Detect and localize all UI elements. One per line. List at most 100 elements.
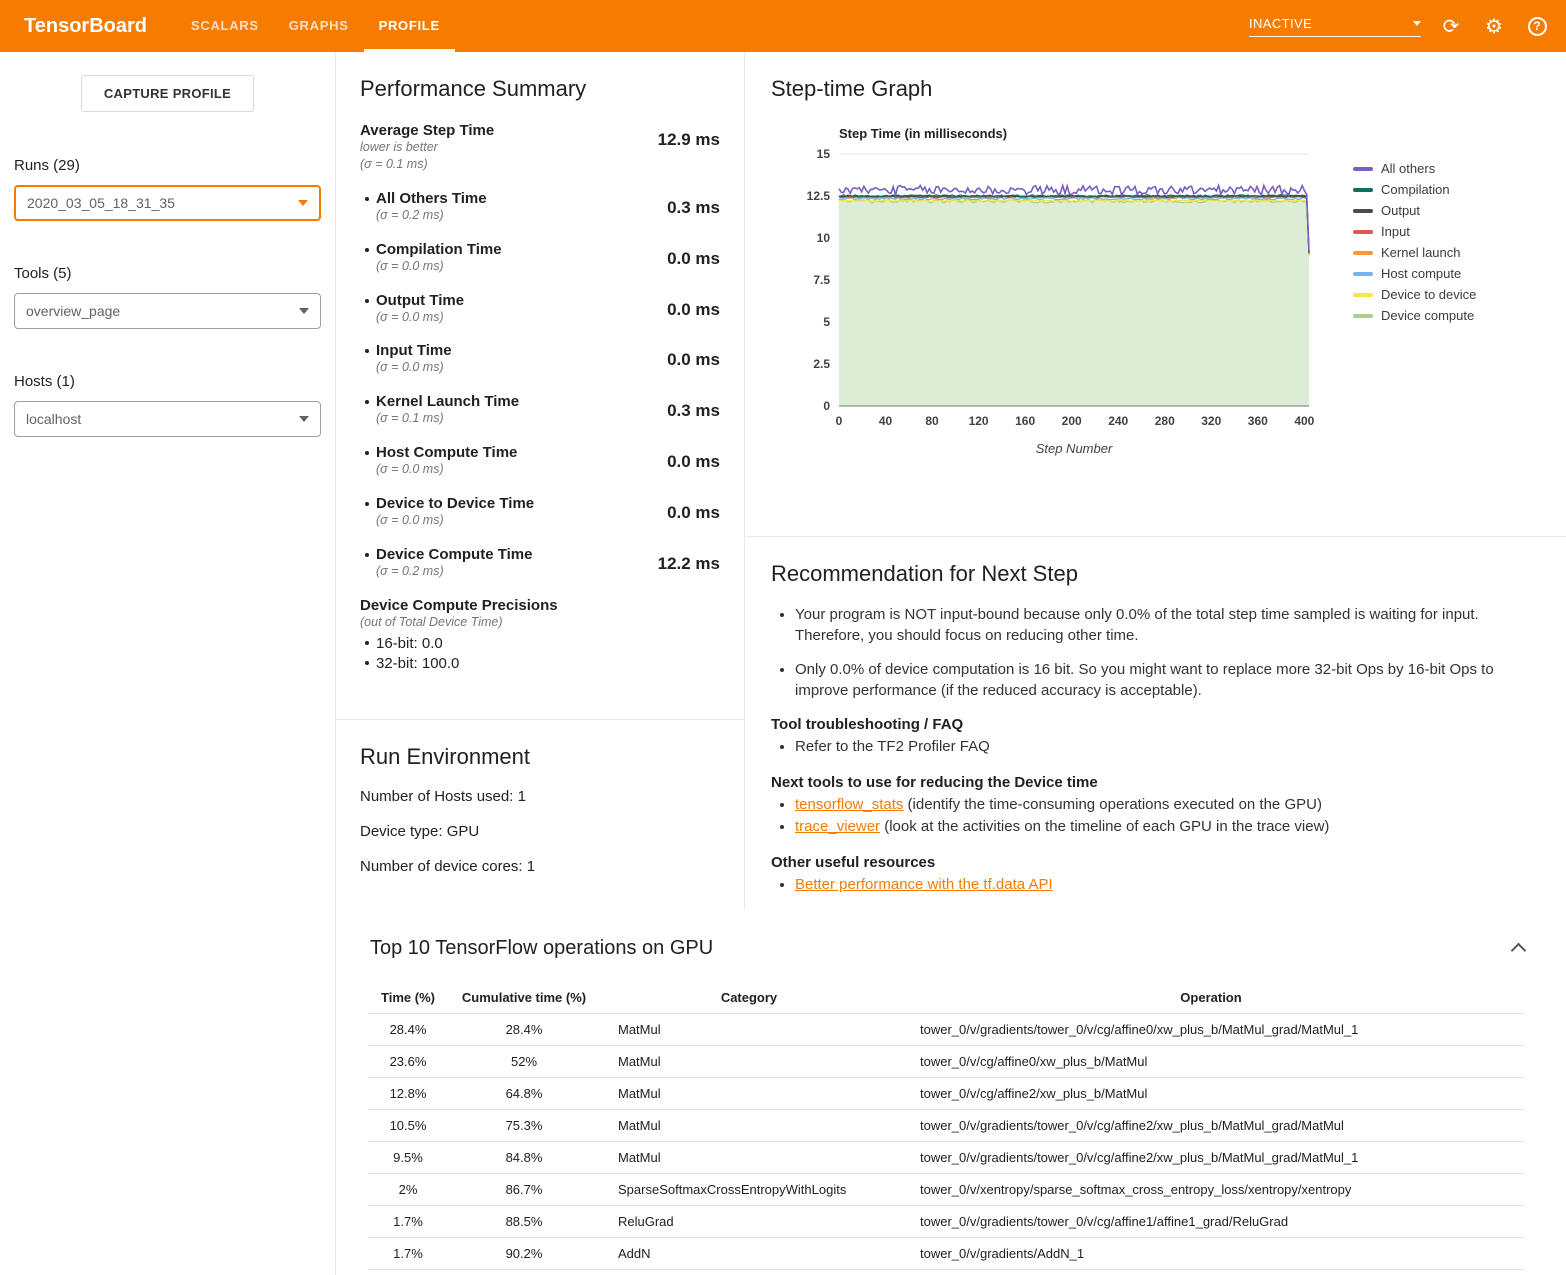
perf-item-sigma: (σ = 0.2 ms) [376,563,648,580]
perf-item-value: 12.2 ms [648,554,720,580]
legend-item: Device compute [1353,305,1476,326]
perf-item-label: All Others Time [376,190,648,207]
perf-items: Average Step Timelower is better(σ = 0.1… [360,122,720,580]
ops-column-header: Cumulative time (%) [448,982,600,1014]
sidebar-select-tools[interactable]: overview_page [14,293,321,329]
capture-profile-button[interactable]: CAPTURE PROFILE [81,75,254,112]
legend-swatch [1353,167,1373,171]
tab-scalars[interactable]: SCALARS [176,0,274,52]
legend-item: Compilation [1353,179,1476,200]
svg-text:10: 10 [817,231,831,245]
recommendation-link[interactable]: trace_viewer [795,818,880,835]
category-cell: SparseSoftmaxCrossEntropyWithLogits [600,1174,898,1206]
perf-item-label: Kernel Launch Time [376,393,648,410]
svg-text:200: 200 [1062,414,1082,428]
performance-summary-card: Performance Summary Average Step Timelow… [336,52,744,720]
perf-item-sigma: (σ = 0.0 ms) [376,258,648,275]
legend-swatch [1353,230,1373,234]
operation-cell: tower_0/v/gradients/AddN_1 [898,1238,1524,1270]
legend-swatch [1353,272,1373,276]
tab-profile[interactable]: PROFILE [364,0,455,52]
operation-cell: tower_0/v/cg/affine0/xw_plus_b/MatMul [898,1046,1524,1078]
operation-cell: tower_0/v/gradients/tower_0/v/cg/affine2… [898,1110,1524,1142]
legend-label: Host compute [1381,266,1461,281]
recommendation-card: Recommendation for Next Step Your progra… [745,537,1566,909]
tab-graphs[interactable]: GRAPHS [274,0,364,52]
bullet-dot [360,393,376,427]
help-icon[interactable]: ? [1524,13,1550,39]
sidebar: CAPTURE PROFILE Runs (29)2020_03_05_18_3… [0,52,335,1275]
recommendation-link[interactable]: Better performance with the tf.data API [795,876,1053,893]
perf-item: Host Compute Time(σ = 0.0 ms)0.0 ms [360,444,720,478]
operation-cell: tower_0/v/xentropy/sparse_softmax_cross_… [898,1174,1524,1206]
run-environment-title: Run Environment [360,744,720,770]
legend-item: Output [1353,200,1476,221]
time-cell: 2% [368,1174,448,1206]
ops-column-header: Category [600,982,898,1014]
sidebar-group-tools: Tools (5) overview_page [0,265,335,329]
table-row: 1.7%91.9%ApplyGradientDescentappend_appl… [368,1270,1524,1275]
time-cell: 12.8% [368,1078,448,1110]
perf-item-label: Average Step Time [360,122,648,139]
legend-label: Output [1381,203,1420,218]
perf-item: Compilation Time(σ = 0.0 ms)0.0 ms [360,241,720,275]
chevron-up-icon[interactable] [1511,943,1527,959]
recommendation-link[interactable]: tensorflow_stats [795,796,903,813]
chart-row: Step Time (in milliseconds)02.557.51012.… [771,124,1540,476]
legend-swatch [1353,314,1373,318]
status-dropdown[interactable]: INACTIVE [1249,16,1421,37]
category-cell: MatMul [600,1142,898,1174]
perf-item-text: Average Step Timelower is better(σ = 0.1… [360,122,648,173]
time-cell: 1.7% [368,1270,448,1275]
settings-gear-icon[interactable]: ⚙ [1481,13,1507,39]
step-time-graph-card: Step-time Graph Step Time (in millisecon… [745,52,1566,537]
legend-label: Compilation [1381,182,1450,197]
app-title: TensorBoard [0,0,176,52]
perf-item-value: 0.0 ms [648,300,720,326]
perf-item-sigma: (σ = 0.1 ms) [360,156,648,173]
cumulative-time-cell: 75.3% [448,1110,600,1142]
svg-text:Step Number: Step Number [1036,441,1113,456]
cumulative-time-cell: 84.8% [448,1142,600,1174]
legend-item: Host compute [1353,263,1476,284]
perf-item-value: 0.0 ms [648,452,720,478]
perf-item-label: Device to Device Time [376,495,648,512]
perf-item-value: 0.0 ms [648,503,720,529]
perf-item-label: Compilation Time [376,241,648,258]
table-row: 2%86.7%SparseSoftmaxCrossEntropyWithLogi… [368,1174,1524,1206]
table-row: 1.7%90.2%AddNtower_0/v/gradients/AddN_1 [368,1238,1524,1270]
sidebar-select-value-hosts: localhost [26,411,81,427]
header-right-controls: INACTIVE ⟳ ⚙ ? [1249,0,1566,52]
perf-item-text: Host Compute Time(σ = 0.0 ms) [376,444,648,478]
legend-item: Input [1353,221,1476,242]
svg-text:80: 80 [925,414,939,428]
refresh-icon[interactable]: ⟳ [1438,13,1464,39]
perf-item-value: 0.0 ms [648,249,720,275]
svg-text:12.5: 12.5 [807,189,831,203]
category-cell: ReluGrad [600,1206,898,1238]
run-environment-line: Number of device cores: 1 [360,858,720,875]
recommendation-item: Better performance with the tf.data API [795,874,1540,897]
recommendation-item: Refer to the TF2 Profiler FAQ [795,736,1540,759]
perf-item-text: Device Compute Time(σ = 0.2 ms) [376,546,648,580]
sidebar-select-hosts[interactable]: localhost [14,401,321,437]
precision-item-text: 32-bit: 100.0 [376,654,459,674]
cumulative-time-cell: 90.2% [448,1238,600,1270]
perf-item-text: Kernel Launch Time(σ = 0.1 ms) [376,393,648,427]
sidebar-group-label-tools: Tools (5) [14,265,321,282]
operation-cell: tower_0/v/gradients/tower_0/v/cg/affine1… [898,1206,1524,1238]
svg-text:160: 160 [1015,414,1035,428]
svg-text:280: 280 [1155,414,1175,428]
perf-item: Kernel Launch Time(σ = 0.1 ms)0.3 ms [360,393,720,427]
run-environment-line: Number of Hosts used: 1 [360,788,720,805]
perf-item-text: Input Time(σ = 0.0 ms) [376,342,648,376]
sidebar-group-label-hosts: Hosts (1) [14,373,321,390]
cumulative-time-cell: 52% [448,1046,600,1078]
precisions-title: Device Compute Precisions [360,597,720,614]
legend-item: All others [1353,158,1476,179]
perf-item-sigma: (σ = 0.0 ms) [376,461,648,478]
svg-text:5: 5 [823,315,830,329]
sidebar-select-runs[interactable]: 2020_03_05_18_31_35 [14,185,321,221]
header-tabs: SCALARSGRAPHSPROFILE [176,0,455,52]
perf-item-label: Output Time [376,292,648,309]
